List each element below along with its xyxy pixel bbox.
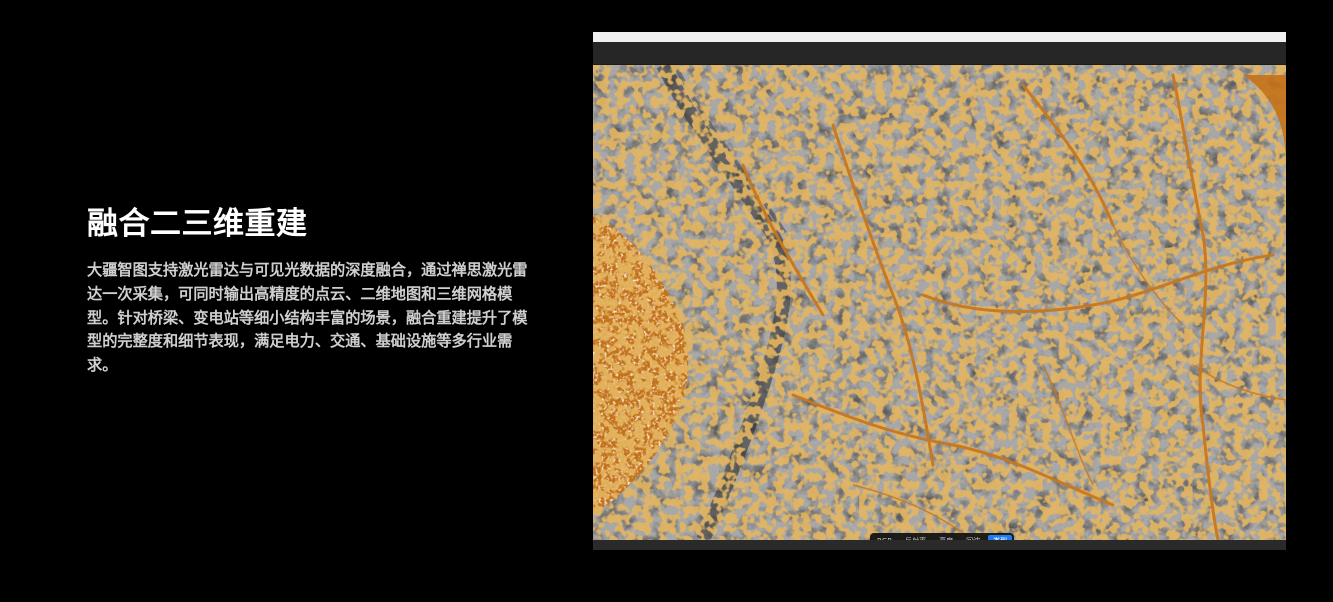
viewer-bottom-bar xyxy=(593,540,1286,550)
page: 融合二三维重建 大疆智图支持激光雷达与可见光数据的深度融合，通过禅思激光雷达一次… xyxy=(0,0,1333,602)
point-cloud-viewer-screenshot: RGB反射率高度回波类型 模型点云二维地图DEM xyxy=(593,32,1286,550)
point-cloud-render xyxy=(593,65,1286,540)
window-top-strip xyxy=(593,32,1286,42)
section-title: 融合二三维重建 xyxy=(87,206,308,242)
section-description: 大疆智图支持激光雷达与可见光数据的深度融合，通过禅思激光雷达一次采集，可同时输出… xyxy=(87,261,528,375)
intro-section: 融合二三维重建 大疆智图支持激光雷达与可见光数据的深度融合，通过禅思激光雷达一次… xyxy=(87,203,537,378)
point-cloud-viewport[interactable]: RGB反射率高度回波类型 模型点云二维地图DEM xyxy=(593,65,1286,540)
viewer-toolbar xyxy=(593,42,1286,64)
attribute-mode-switcher: RGB反射率高度回波类型 xyxy=(870,533,1015,540)
